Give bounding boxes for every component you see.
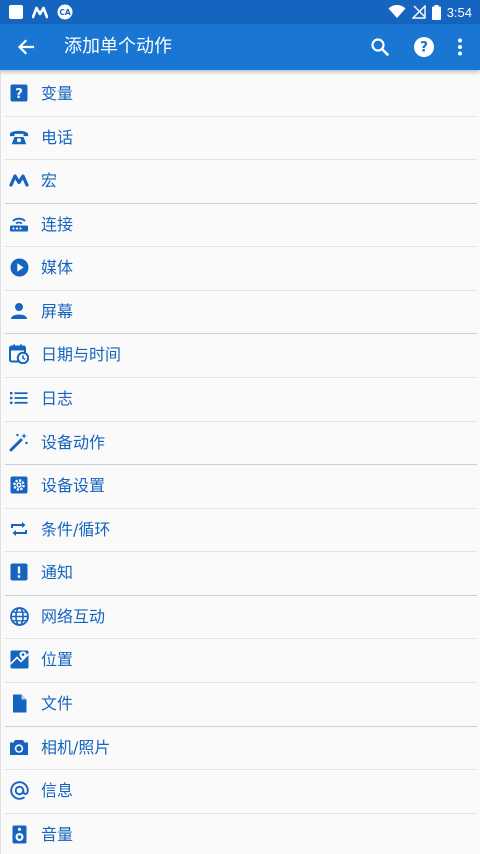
back-arrow-icon xyxy=(17,39,35,55)
list-item-label: 宏 xyxy=(41,171,58,190)
list-item-log[interactable]: 日志 xyxy=(1,377,479,420)
macro-m-icon xyxy=(9,170,29,190)
search-button[interactable] xyxy=(364,31,396,63)
list-item-label: 电话 xyxy=(41,128,74,147)
list-item-device-settings[interactable]: 设备设置 xyxy=(1,464,479,507)
search-icon xyxy=(371,38,389,56)
list-item-date-time[interactable]: 日期与时间 xyxy=(1,333,479,376)
map-location-icon xyxy=(9,649,29,669)
list-item-label: 位置 xyxy=(41,650,74,669)
battery-icon xyxy=(431,4,441,20)
action-category-list: ? 变量 电话 宏 连接 媒体 屏幕 日期与时间 日志 设备动作 设备设置 条件… xyxy=(0,70,480,854)
settings-gear-icon xyxy=(9,475,29,495)
page-title: 添加单个动作 xyxy=(64,36,172,57)
more-options-button[interactable] xyxy=(444,31,476,63)
list-item-location[interactable]: 位置 xyxy=(1,638,479,681)
list-item-label: 信息 xyxy=(41,781,74,800)
at-sign-icon xyxy=(9,780,29,800)
list-item-label: 屏幕 xyxy=(41,302,74,321)
list-item-label: 变量 xyxy=(41,84,74,103)
help-button[interactable]: ? xyxy=(408,31,440,63)
camera-icon xyxy=(9,737,29,757)
magic-wand-icon xyxy=(9,432,29,452)
status-bar-system: 3:54 xyxy=(382,3,472,21)
back-button[interactable] xyxy=(10,31,42,63)
list-item-screen[interactable]: 屏幕 xyxy=(1,290,479,333)
list-item-label: 网络互动 xyxy=(41,607,106,626)
list-item-device-actions[interactable]: 设备动作 xyxy=(1,421,479,464)
no-signal-icon xyxy=(411,5,426,19)
list-item-notifications[interactable]: 通知 xyxy=(1,551,479,594)
globe-icon xyxy=(9,606,29,626)
alert-icon xyxy=(9,562,29,582)
list-item-label: 日期与时间 xyxy=(41,345,122,364)
list-item-connectivity[interactable]: 连接 xyxy=(1,203,479,246)
list-item-phone[interactable]: 电话 xyxy=(1,116,479,159)
list-item-files[interactable]: 文件 xyxy=(1,682,479,725)
list-item-label: 相机/照片 xyxy=(41,738,111,757)
list-item-label: 设备设置 xyxy=(41,476,106,495)
list-item-label: 媒体 xyxy=(41,258,74,277)
list-icon xyxy=(9,388,29,408)
macrodroid-m-icon xyxy=(32,5,48,19)
list-item-label: 日志 xyxy=(41,389,74,408)
status-bar: CA 3:54 xyxy=(0,0,480,24)
list-item-label: 设备动作 xyxy=(41,433,106,452)
status-bar-notifications: CA xyxy=(8,4,82,20)
list-item-label: 连接 xyxy=(41,215,74,234)
calendar-clock-icon xyxy=(9,344,29,364)
list-item-macro[interactable]: 宏 xyxy=(1,159,479,202)
list-item-label: 文件 xyxy=(41,694,74,713)
more-vert-icon xyxy=(458,38,462,56)
router-icon xyxy=(9,214,29,234)
phone-icon xyxy=(9,127,29,147)
file-icon xyxy=(9,693,29,713)
svg-text:CA: CA xyxy=(59,8,71,17)
list-item-camera-photos[interactable]: 相机/照片 xyxy=(1,726,479,769)
speaker-icon xyxy=(9,824,29,844)
list-item-volume[interactable]: 音量 xyxy=(1,813,479,854)
play-circle-icon xyxy=(9,257,29,277)
status-time: 3:54 xyxy=(446,4,472,20)
app-bar: 添加单个动作 ? xyxy=(0,24,480,70)
repeat-icon xyxy=(9,519,29,539)
list-item-web-interaction[interactable]: 网络互动 xyxy=(1,595,479,638)
list-item-variables[interactable]: ? 变量 xyxy=(1,72,479,115)
list-item-conditions-loops[interactable]: 条件/循环 xyxy=(1,508,479,551)
list-item-label: 音量 xyxy=(41,825,74,844)
help-icon: ? xyxy=(414,37,434,57)
svg-text:?: ? xyxy=(420,40,428,56)
list-item-media[interactable]: 媒体 xyxy=(1,246,479,289)
wifi-icon xyxy=(388,5,406,19)
person-icon xyxy=(9,301,29,321)
square-notification-icon xyxy=(8,4,24,20)
variable-question-icon: ? xyxy=(9,83,29,103)
svg-text:?: ? xyxy=(15,87,23,102)
ca-notification-icon: CA xyxy=(56,4,74,20)
list-item-label: 条件/循环 xyxy=(41,520,111,539)
list-item-messages[interactable]: 信息 xyxy=(1,769,479,812)
list-item-label: 通知 xyxy=(41,563,74,582)
